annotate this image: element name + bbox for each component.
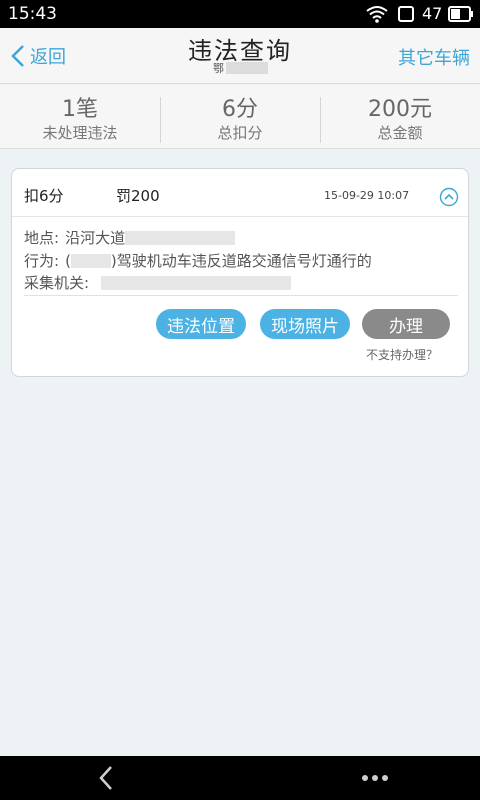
summary-bar: 1笔 未处理违法 6分 总扣分 200元 总金额 (0, 85, 480, 149)
agency-mask (101, 275, 292, 290)
violation-card: 扣6分 罚200 15-09-29 10:07 地点: 沿河大道 行为: ( )… (11, 168, 469, 377)
violation-location-button[interactable]: 违法位置 (156, 309, 246, 339)
behavior-label: 行为: (24, 252, 60, 270)
not-supported-link[interactable]: 不支持办理？ (366, 346, 438, 363)
violation-date: 15-09-29 10:07 (324, 189, 410, 202)
violation-fine: 罚200 (116, 187, 160, 205)
behavior-value: )驾驶机动车违反道路交通信号灯通行的 (110, 252, 372, 270)
status-bar: 15:43 47 (0, 0, 480, 28)
handle-button[interactable]: 办理 (362, 309, 450, 339)
violation-points: 扣6分 (24, 187, 64, 205)
header: 返回 违法查询 鄂 其它车辆 (0, 28, 480, 84)
scene-photo-button[interactable]: 现场照片 (260, 309, 350, 339)
battery-icon (448, 6, 473, 22)
card-divider (24, 295, 458, 296)
screen-icon (398, 6, 414, 22)
summary-amount-value: 200元 (368, 97, 432, 122)
summary-count-label: 未处理违法 (42, 124, 118, 142)
agency-label: 采集机关: (24, 274, 90, 292)
status-time: 15:43 (8, 4, 57, 24)
summary-amount-label: 总金额 (377, 124, 423, 142)
violation-card-header: 扣6分 罚200 15-09-29 10:07 (12, 169, 468, 217)
wifi-icon (366, 6, 388, 23)
violation-location: 地点: 沿河大道 (24, 227, 236, 248)
plate-prefix: 鄂 (213, 62, 224, 75)
violation-behavior: 行为: ( )驾驶机动车违反道路交通信号灯通行的 (24, 250, 372, 271)
violation-agency: 采集机关: (24, 272, 292, 293)
summary-count-value: 1笔 (62, 97, 98, 122)
summary-amount: 200元 总金额 (320, 85, 480, 148)
nav-back-icon[interactable] (96, 764, 116, 792)
location-value: 沿河大道 (65, 229, 126, 247)
location-mask (125, 230, 236, 245)
summary-count: 1笔 未处理违法 (0, 85, 160, 148)
behavior-mask (70, 253, 111, 268)
navigation-bar (0, 756, 480, 800)
collapse-icon[interactable] (439, 187, 459, 207)
plate-number: 鄂 (213, 61, 268, 75)
other-vehicles-button[interactable]: 其它车辆 (398, 44, 470, 70)
plate-mask (226, 62, 268, 74)
summary-points-value: 6分 (222, 97, 258, 122)
more-icon[interactable] (360, 771, 390, 785)
summary-points: 6分 总扣分 (160, 85, 320, 148)
location-label: 地点: (24, 229, 60, 247)
battery-level: 47 (422, 4, 443, 23)
summary-points-label: 总扣分 (217, 124, 263, 142)
